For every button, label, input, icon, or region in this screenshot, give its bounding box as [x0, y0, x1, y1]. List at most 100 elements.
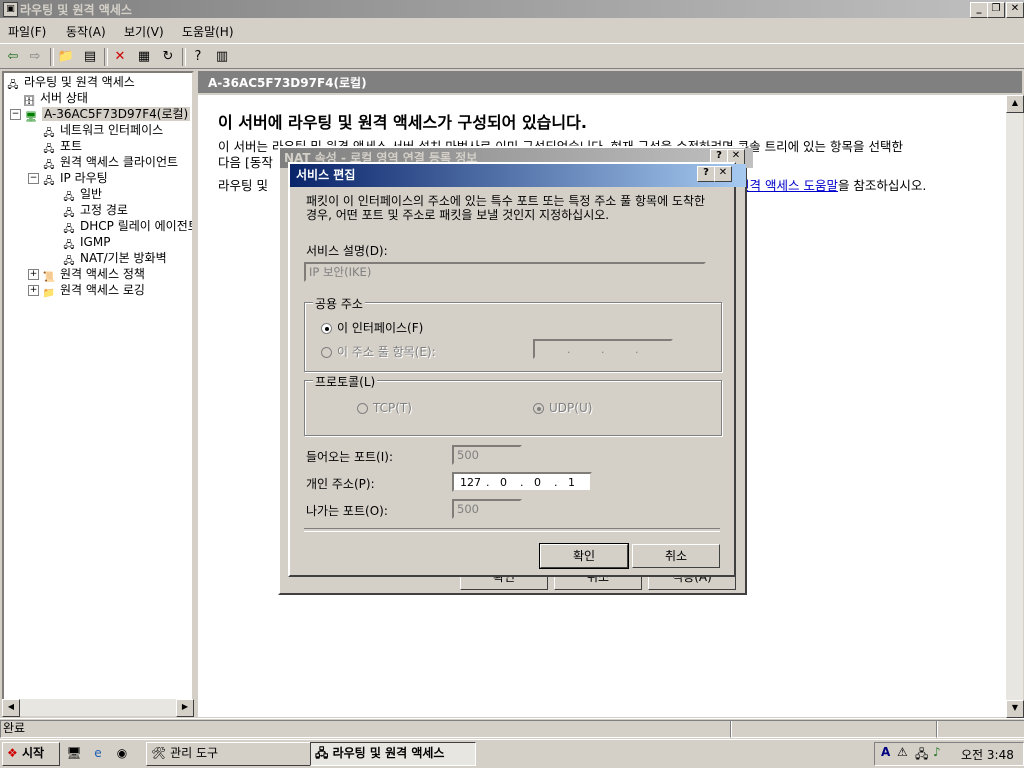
help-icon[interactable]: ? [188, 47, 208, 67]
ip-separator: . [520, 476, 524, 489]
back-arrow-icon[interactable]: ⇦ [3, 47, 23, 67]
toolbar-separator [182, 48, 186, 66]
desktop-icon[interactable]: 🖥 [66, 745, 82, 761]
task-routing[interactable]: 🖧 라우팅 및 원격 액세스 [310, 742, 476, 766]
service-description-text: 패킷이 이 인터페이스의 주소에 있는 특수 포트 또는 특정 주소 풀 항목에… [306, 194, 706, 222]
routing-app-icon: ▣ [3, 2, 18, 17]
ip-separator: . [635, 343, 639, 356]
refresh-icon[interactable]: ↻ [158, 47, 178, 67]
details-text-line3-prefix: 라우팅 및 [218, 178, 268, 193]
folder-icon: 📁 [42, 288, 56, 299]
tree-item-policy[interactable]: 📜 원격 액세스 정책 [42, 266, 145, 283]
console-view-icon[interactable]: ▥ [212, 47, 232, 67]
tree-item-dhcp-relay[interactable]: 🖧 DHCP 릴레이 에이전트 [62, 218, 192, 235]
ip-octet-1: 127 [460, 476, 481, 489]
tree-item-ip-routing[interactable]: 🖧 IP 라우팅 [42, 170, 107, 187]
radio-label: UDP(U) [549, 401, 593, 415]
language-icon[interactable]: A [881, 745, 890, 759]
start-button[interactable]: ❖ 시작 [2, 742, 60, 766]
ok-button[interactable]: 확인 [539, 543, 629, 569]
tree-label: A-36AC5F73D97F4(로컬) [42, 107, 191, 121]
radio-dot [321, 347, 332, 358]
dialog-separator [304, 528, 720, 532]
status-text: 완료 [0, 720, 732, 738]
close-button[interactable]: ✕ [1006, 2, 1024, 18]
server-icon: 🖥 [24, 112, 38, 123]
network-tray-icon[interactable]: 🖧 [915, 745, 928, 766]
service-dialog-title-bar: 서비스 편집 ? ✕ [290, 164, 746, 187]
restore-button[interactable]: ❐ [987, 2, 1005, 18]
forward-arrow-icon[interactable]: ⇨ [25, 47, 45, 67]
warning-icon[interactable]: ⚠ [897, 745, 908, 759]
outgoing-port-label: 나가는 포트(O): [306, 504, 388, 518]
tree-item-logging[interactable]: 📁 원격 액세스 로깅 [42, 282, 145, 299]
tree-label: 네트워크 인터페이스 [60, 123, 164, 137]
scroll-up-icon[interactable]: ▲ [1006, 95, 1024, 113]
tree-horizontal-scrollbar[interactable]: ◀ ▶ [2, 699, 194, 717]
tree-label: 라우팅 및 원격 액세스 [24, 75, 135, 89]
media-icon[interactable]: ◉ [114, 745, 130, 761]
remote-access-help-link[interactable]: 원격 액세스 도움말 [738, 178, 838, 193]
collapse-toggle[interactable]: − [28, 173, 39, 184]
tree-item-server[interactable]: 🖥 A-36AC5F73D97F4(로컬) [24, 106, 191, 123]
radio-address-pool[interactable]: 이 주소 풀 항목(E): [321, 343, 436, 360]
collapse-toggle[interactable]: − [10, 109, 21, 120]
incoming-port-field[interactable]: 500 [452, 445, 522, 465]
tree-item-remote-clients[interactable]: 🖧 원격 액세스 클라이언트 [42, 154, 178, 171]
delete-icon[interactable]: ✕ [110, 47, 130, 67]
service-close-button[interactable]: ✕ [714, 166, 732, 182]
scroll-down-icon[interactable]: ▼ [1006, 700, 1024, 718]
tree-item-igmp[interactable]: 🖧 IGMP [62, 234, 110, 251]
tree-item-ports[interactable]: 🖧 포트 [42, 138, 82, 155]
tree-item-network-interfaces[interactable]: 🖧 네트워크 인터페이스 [42, 122, 164, 139]
properties-icon[interactable]: ▦ [134, 47, 154, 67]
ip-separator: . [486, 476, 490, 489]
system-tray: A ⚠ 🖧 ♪ 오전 3:48 [874, 742, 1024, 766]
cancel-button[interactable]: 취소 [632, 544, 720, 568]
clock[interactable]: 오전 3:48 [961, 746, 1014, 763]
details-header: A-36AC5F73D97F4(로컬) [198, 71, 1022, 93]
console-tree: 🖧 라우팅 및 원격 액세스 🗄 서버 상태 − 🖥 A-36AC5F73D97F4(… [2, 71, 194, 717]
show-tree-icon[interactable]: ▤ [80, 47, 100, 67]
task-admin-tools[interactable]: 🛠 관리 도구 [146, 742, 312, 766]
details-vertical-scrollbar[interactable]: ▲ ▼ [1006, 95, 1024, 718]
private-address-label: 개인 주소(P): [306, 477, 375, 491]
toolbar-separator [104, 48, 108, 66]
up-folder-icon[interactable]: 📁 [56, 47, 76, 67]
tree-item-root[interactable]: 🖧 라우팅 및 원격 액세스 [6, 74, 135, 91]
service-help-button[interactable]: ? [697, 166, 715, 182]
private-address-ip-field[interactable]: 127 . 0 . 0 . 1 [452, 472, 592, 492]
details-text-line3-tail: 원격 액세스 도움말을 참조하십시오. [738, 175, 926, 194]
service-name-field[interactable]: IP 보안(IKE) [304, 262, 706, 282]
radio-tcp[interactable]: TCP(T) [357, 401, 412, 415]
service-label: 서비스 설명(D): [306, 244, 388, 258]
menu-action[interactable]: 동작(A) [66, 23, 106, 40]
main-window-title: 라우팅 및 원격 액세스 [20, 3, 132, 17]
address-pool-ip-field[interactable]: . . . [533, 339, 673, 359]
main-title-bar: ▣ 라우팅 및 원격 액세스 _ ❐ ✕ [0, 0, 1024, 18]
scroll-right-icon[interactable]: ▶ [176, 699, 194, 717]
internet-explorer-icon[interactable]: e [90, 745, 106, 761]
volume-icon[interactable]: ♪ [933, 745, 941, 759]
radio-udp[interactable]: UDP(U) [533, 401, 592, 415]
menu-help[interactable]: 도움말(H) [182, 23, 234, 40]
tree-item-nat[interactable]: 🖧 NAT/기본 방화벽 [62, 250, 166, 267]
tree-item-general[interactable]: 🖧 일반 [62, 186, 102, 203]
menu-bar: 파일(F) 동작(A) 보기(V) 도움말(H) [0, 20, 1024, 42]
expand-toggle[interactable]: + [28, 269, 39, 280]
scroll-left-icon[interactable]: ◀ [2, 699, 20, 717]
minimize-button[interactable]: _ [970, 2, 988, 18]
public-address-group-label: 공용 주소 [313, 295, 365, 312]
toolbar-separator [50, 48, 54, 66]
menu-view[interactable]: 보기(V) [124, 23, 164, 40]
tree-item-server-status[interactable]: 🗄 서버 상태 [22, 90, 88, 107]
tree-label: 원격 액세스 로깅 [60, 283, 145, 297]
menu-file[interactable]: 파일(F) [8, 23, 46, 40]
radio-this-interface[interactable]: 이 인터페이스(F) [321, 319, 423, 336]
tree-item-static-routes[interactable]: 🖧 고정 경로 [62, 202, 128, 219]
service-dialog-title: 서비스 편집 [296, 168, 356, 182]
expand-toggle[interactable]: + [28, 285, 39, 296]
radio-label: 이 주소 풀 항목(E): [337, 345, 436, 359]
outgoing-port-field[interactable]: 500 [452, 499, 522, 519]
taskbar: ❖ 시작 🖥 e ◉ 🛠 관리 도구 🖧 라우팅 및 원격 액세스 A ⚠ 🖧 … [0, 739, 1024, 768]
